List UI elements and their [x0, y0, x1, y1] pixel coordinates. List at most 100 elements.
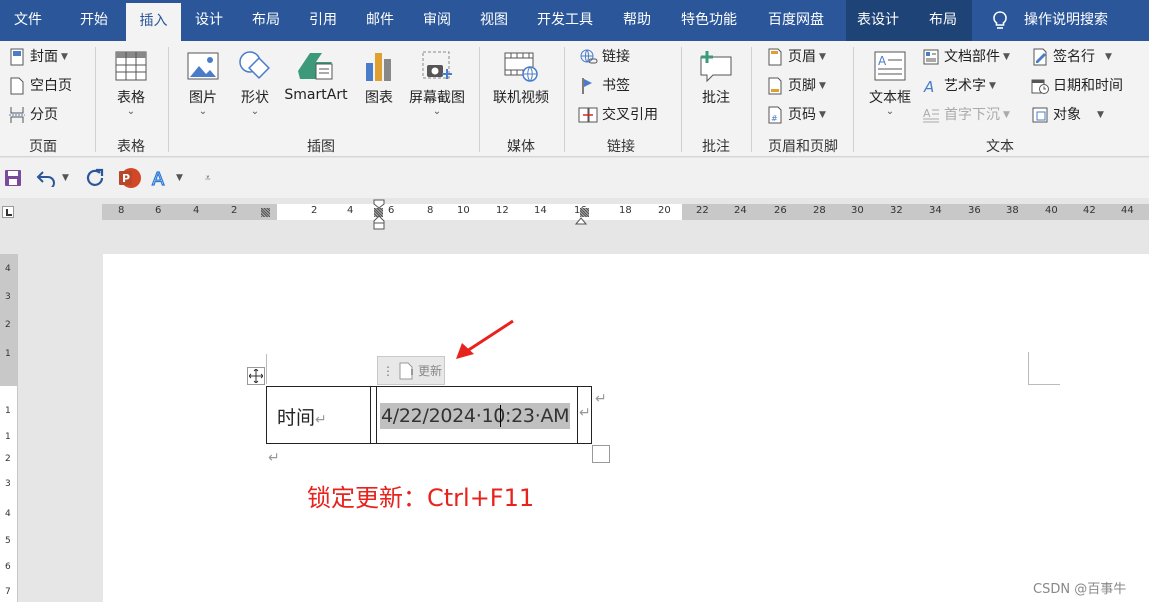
move-icon [249, 369, 263, 383]
date-field[interactable]: 4/22/2024·10:23·AM [380, 403, 571, 429]
ruler-row: 8642246810121416182022242628303234363840… [0, 198, 1149, 230]
tab-developer[interactable]: 开发工具 [537, 0, 593, 41]
tab-help[interactable]: 帮助 [623, 0, 651, 41]
save-button[interactable] [4, 166, 22, 190]
blank-page-button[interactable]: 空白页 [8, 74, 72, 98]
group-text-label: 文本 [986, 139, 1014, 155]
tab-layout[interactable]: 布局 [252, 0, 280, 41]
column-marker[interactable] [261, 208, 270, 217]
wordart-button[interactable]: A 艺术字 ▼ [922, 74, 996, 98]
quick-parts-button[interactable]: 文档部件 ▼ [922, 45, 1010, 69]
smartart-label: SmartArt [284, 87, 348, 103]
online-video-button[interactable]: 联机视频 [490, 47, 552, 107]
customize-toolbar-button[interactable]: ⩡ [205, 166, 211, 190]
vertical-ruler[interactable]: 4 3 2 1 1 1 2 3 4 5 6 7 [0, 254, 18, 602]
tab-table-design[interactable]: 表设计 [857, 0, 899, 41]
ruler-number: 34 [929, 205, 942, 216]
chevron-down-icon: ⌄ [432, 106, 442, 117]
object-button[interactable]: 对象 ▼ [1031, 103, 1104, 127]
tab-insert[interactable]: 插入 [126, 3, 181, 41]
document-table[interactable]: 时间↵ 4/22/2024·10:23·AM ↵ [266, 386, 592, 444]
tab-file[interactable]: 文件 [14, 0, 42, 41]
tab-selector[interactable] [2, 206, 14, 218]
svg-text:A: A [923, 107, 931, 120]
ruler-number: 4 [5, 509, 11, 519]
table-cell-border [577, 387, 578, 443]
ruler-number: 4 [5, 264, 11, 274]
picture-button[interactable]: 图片 ⌄ [184, 47, 222, 117]
smartart-button[interactable]: SmartArt [283, 47, 349, 103]
shapes-button[interactable]: 形状 ⌄ [236, 47, 274, 117]
ruler-number: 26 [774, 205, 787, 216]
cover-page-button[interactable]: 封面 ▼ [8, 45, 68, 69]
online-video-label: 联机视频 [493, 90, 549, 106]
group-divider [168, 47, 169, 152]
tab-mailings[interactable]: 邮件 [366, 0, 394, 41]
powerpoint-button[interactable]: P [118, 166, 142, 190]
blank-page-label: 空白页 [30, 78, 72, 94]
row-end-mark: ↵ [595, 391, 607, 407]
chevron-down-icon: ▼ [1097, 110, 1104, 120]
ribbon-tab-bar: 文件 开始 插入 设计 布局 引用 邮件 审阅 视图 开发工具 帮助 特色功能 … [0, 0, 1149, 41]
document-page[interactable]: ⋮ 更新 时间↵ 4/22/2024·10:23·AM ↵ ↵ ↵ 锁定更新：C… [103, 254, 1149, 602]
tab-baidu-netdisk[interactable]: 百度网盘 [768, 0, 824, 41]
cross-reference-button[interactable]: 交叉引用 [578, 103, 658, 127]
page-break-button[interactable]: 分页 [8, 103, 58, 127]
group-header-footer-label: 页眉和页脚 [768, 139, 838, 155]
redo-button[interactable] [85, 166, 105, 190]
tab-references[interactable]: 引用 [309, 0, 337, 41]
update-label: 更新 [418, 364, 443, 378]
undo-button[interactable]: ▼ [36, 166, 69, 190]
group-pages-label: 页面 [29, 139, 57, 155]
table-resize-handle[interactable] [592, 445, 610, 463]
tab-view[interactable]: 视图 [480, 0, 508, 41]
ruler-number: 18 [619, 205, 632, 216]
chevron-down-icon: ⌄ [126, 106, 136, 117]
page-number-label: 页码 [788, 107, 816, 123]
bookmark-button[interactable]: 书签 [578, 74, 630, 98]
drop-cap-button[interactable]: A 首字下沉 ▼ [922, 103, 1010, 127]
smartart-icon [298, 53, 333, 80]
comment-button[interactable]: 批注 [696, 47, 736, 107]
ruler-number: 6 [388, 205, 395, 216]
link-button[interactable]: 链接 [578, 45, 630, 69]
field-update-button[interactable]: ⋮ 更新 [377, 356, 445, 385]
ruler-number: 7 [5, 587, 11, 597]
header-icon [768, 48, 782, 66]
screenshot-button[interactable]: 屏幕截图 ⌄ [405, 47, 469, 117]
ruler-number: 42 [1083, 205, 1096, 216]
table-move-handle[interactable] [247, 367, 265, 385]
horizontal-ruler[interactable]: 8642246810121416182022242628303234363840… [102, 204, 1149, 220]
chevron-down-icon: ▼ [176, 173, 183, 183]
right-indent-marker[interactable] [575, 215, 587, 225]
tab-features[interactable]: 特色功能 [681, 0, 737, 41]
text-effects-button[interactable]: A ▼ [150, 166, 183, 190]
tell-me-label: 操作说明搜索 [1024, 12, 1108, 28]
ruler-number: 2 [5, 454, 11, 464]
tell-me-search[interactable]: 操作说明搜索 [990, 0, 1108, 41]
tab-home[interactable]: 开始 [80, 0, 108, 41]
tab-design[interactable]: 设计 [195, 0, 223, 41]
textbox-button[interactable]: A 文本框 ⌄ [866, 47, 914, 117]
text-cursor [500, 405, 501, 427]
page-number-button[interactable]: # 页码 ▼ [766, 103, 826, 127]
date-time-button[interactable]: 日期和时间 [1031, 74, 1123, 98]
shapes-label: 形状 [241, 90, 269, 106]
signature-line-button[interactable]: 签名行 ▼ [1031, 45, 1112, 69]
paragraph-mark: ↵ [315, 412, 327, 428]
tab-review[interactable]: 审阅 [423, 0, 451, 41]
svg-text:P: P [122, 172, 130, 185]
ruler-number: 8 [427, 205, 434, 216]
indent-markers[interactable] [372, 199, 386, 231]
ruler-number: 8 [118, 205, 125, 216]
footer-button[interactable]: 页脚 ▼ [766, 74, 826, 98]
wordart-label: 艺术字 [944, 78, 986, 94]
header-button[interactable]: 页眉 ▼ [766, 45, 826, 69]
tab-table-layout[interactable]: 布局 [929, 0, 957, 41]
table-button[interactable]: 表格 ⌄ [110, 47, 152, 117]
date-time-label: 日期和时间 [1053, 78, 1123, 94]
chart-button[interactable]: 图表 [362, 47, 396, 107]
table-icon [115, 51, 147, 81]
chevron-down-icon: ▼ [1003, 52, 1010, 62]
group-divider [95, 47, 96, 152]
